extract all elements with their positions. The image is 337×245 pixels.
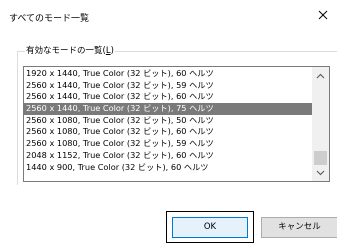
mode-list-item[interactable]: 2560 x 1440, True Color (32 ビット), 75 ヘルツ bbox=[24, 103, 314, 115]
modes-list-label-prefix: 有効なモードの一覧( bbox=[26, 46, 106, 56]
modes-listbox[interactable]: 1920 x 1440, True Color (32 ビット), 60 ヘルツ… bbox=[23, 66, 330, 182]
cancel-button[interactable]: キャンセル bbox=[261, 217, 337, 238]
close-icon[interactable] bbox=[315, 7, 331, 23]
modes-list-label: 有効なモードの一覧(L) bbox=[25, 44, 115, 56]
ok-button[interactable]: OK bbox=[172, 217, 248, 238]
mode-list-item[interactable]: 2560 x 1080, True Color (32 ビット), 60 ヘルツ bbox=[24, 126, 314, 138]
title-bar: すべてのモード一覧 bbox=[0, 0, 337, 30]
mode-list-item[interactable]: 1920 x 1440, True Color (32 ビット), 60 ヘルツ bbox=[24, 68, 314, 80]
modes-list-rows: 1920 x 1440, True Color (32 ビット), 60 ヘルツ… bbox=[24, 68, 314, 173]
mode-list-item[interactable]: 2560 x 1080, True Color (32 ビット), 50 ヘルツ bbox=[24, 115, 314, 127]
mode-list-item[interactable]: 2560 x 1440, True Color (32 ビット), 59 ヘルツ bbox=[24, 80, 314, 92]
mode-list-item[interactable]: 2560 x 1080, True Color (32 ビット), 59 ヘルツ bbox=[24, 138, 314, 150]
scrollbar-thumb[interactable] bbox=[314, 151, 327, 165]
modes-list-label-suffix: ) bbox=[110, 46, 114, 56]
mode-list-item[interactable]: 1440 x 900, True Color (32 ビット), 60 ヘルツ bbox=[24, 162, 314, 174]
vertical-scrollbar[interactable] bbox=[312, 67, 329, 181]
window-title: すべてのモード一覧 bbox=[9, 14, 90, 24]
mode-list-item[interactable]: 2560 x 1440, True Color (32 ビット), 60 ヘルツ bbox=[24, 91, 314, 103]
scroll-up-arrow-icon[interactable] bbox=[312, 69, 329, 83]
mode-list-item[interactable]: 2048 x 1152, True Color (32 ビット), 60 ヘルツ bbox=[24, 150, 314, 162]
scroll-down-arrow-icon[interactable] bbox=[312, 166, 329, 180]
